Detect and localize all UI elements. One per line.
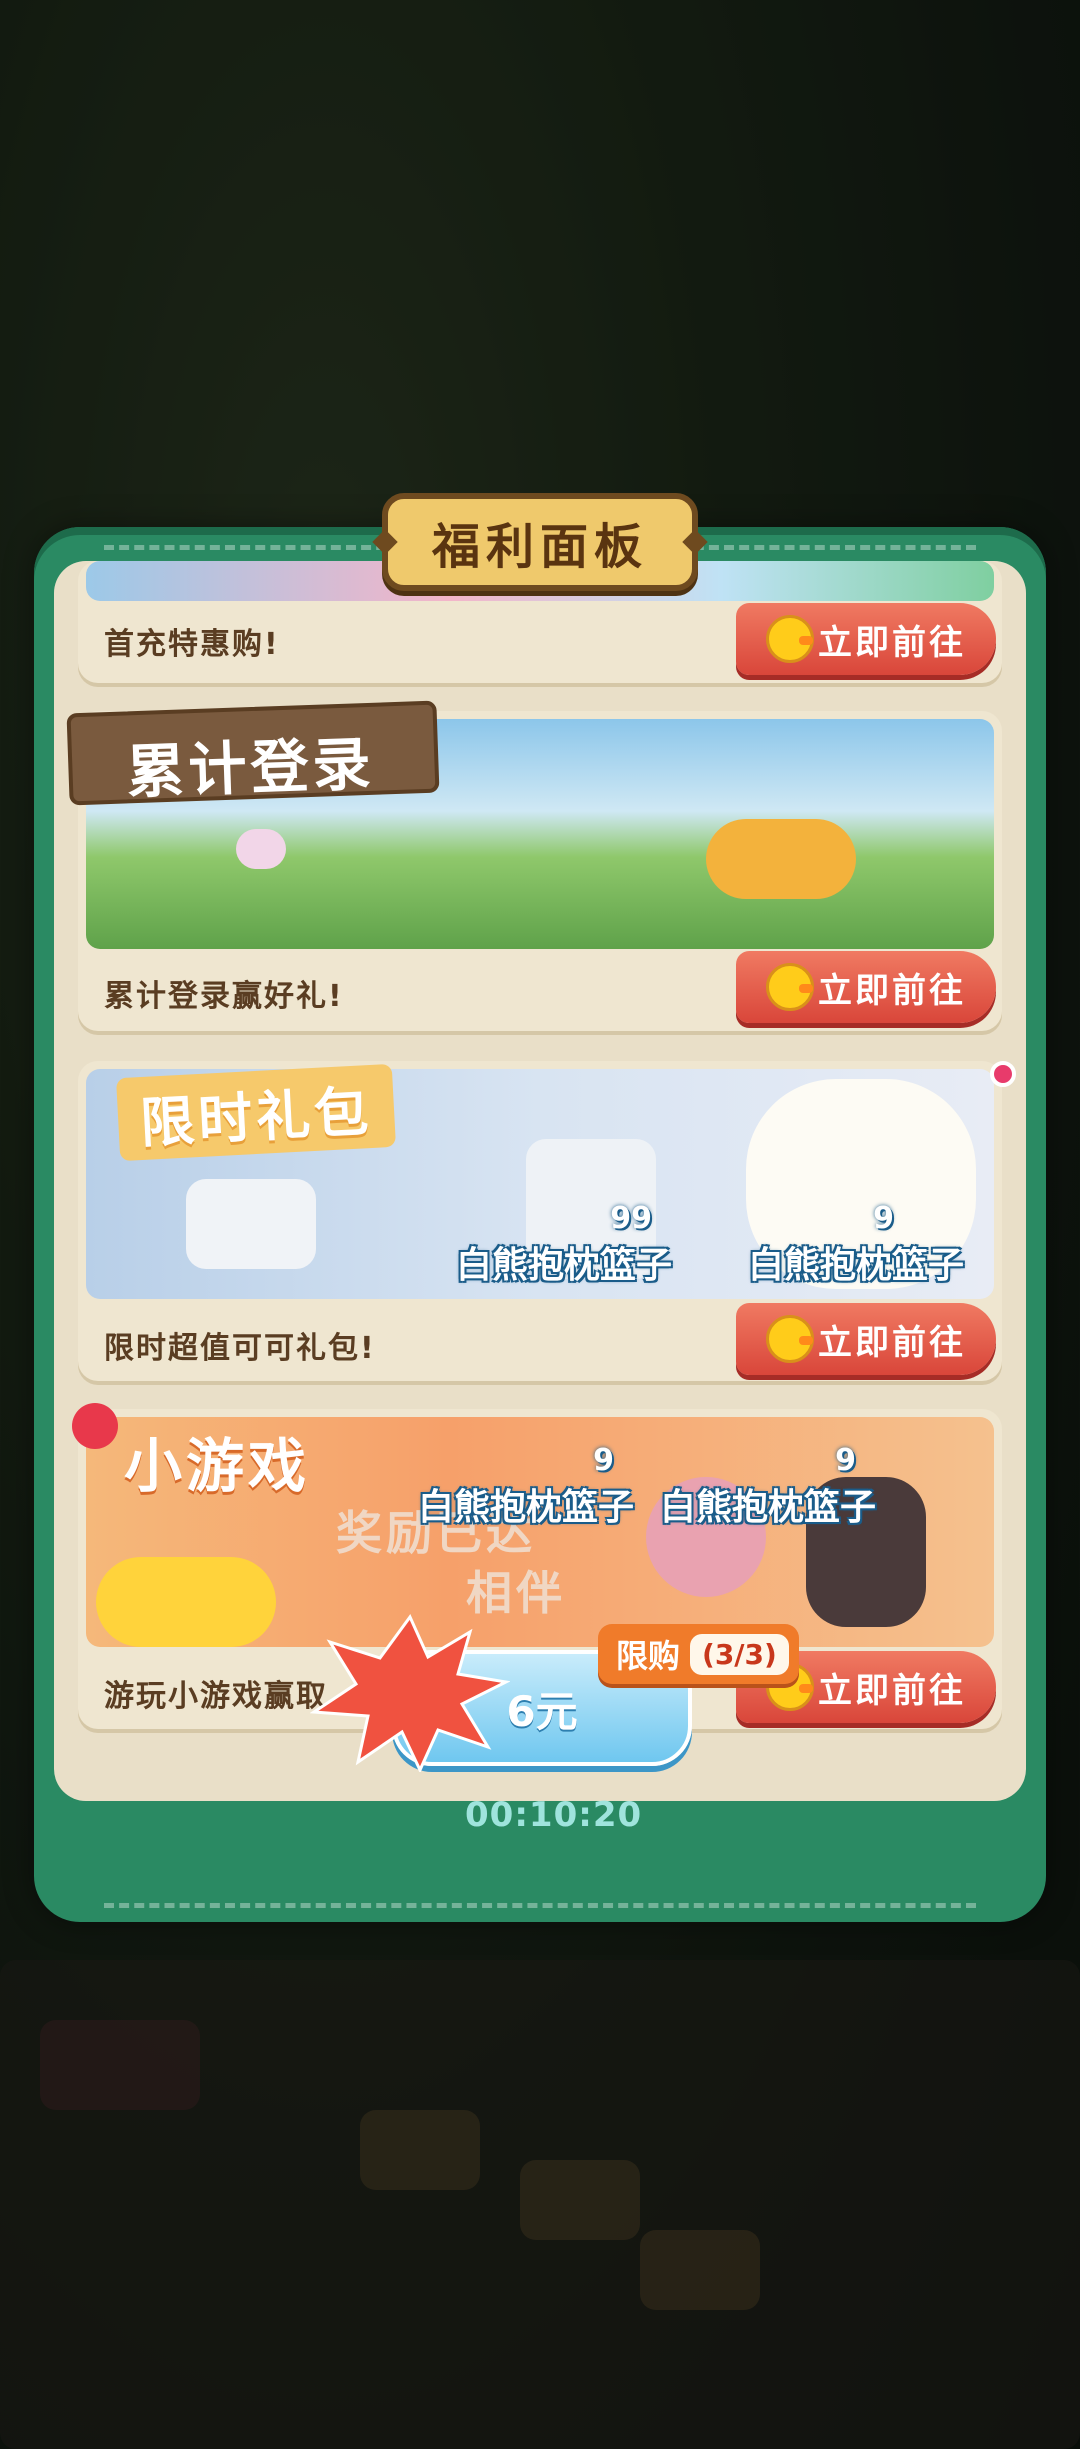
divider xyxy=(104,1903,976,1908)
chick-group-image xyxy=(96,1557,276,1647)
panel-title-text: 福利面板 xyxy=(431,519,648,575)
reward-item: 9 白熊抱枕篮子 xyxy=(748,1201,964,1288)
reward-item: 9 白熊抱枕篮子 xyxy=(418,1443,634,1530)
pillow-item-image xyxy=(186,1179,316,1269)
purchase-limit-badge: 限购 (3/3) xyxy=(598,1624,799,1684)
card-desc: 首充特惠购! xyxy=(104,627,280,662)
reward-qty: 99 xyxy=(610,1201,653,1236)
chick-character-image xyxy=(706,819,856,899)
reward-qty: 9 xyxy=(835,1443,857,1478)
notification-dot xyxy=(990,1061,1016,1087)
card-cumulative-login: 累计登录 累计登录赢好礼! 立即前往 xyxy=(66,700,1002,1031)
go-button-label: 立即前往 xyxy=(818,1322,966,1363)
card-limited-pack: 限时礼包 99 白熊抱枕篮子 9 白熊抱枕篮子 限时超值可可礼包! 立即前往 xyxy=(78,1061,1016,1381)
go-button-limited-pack[interactable]: 立即前往 xyxy=(736,1303,996,1375)
chick-icon xyxy=(766,615,814,663)
card-desc: 游玩小游戏赢取 xyxy=(104,1679,328,1714)
offer-price: 6元 xyxy=(506,1686,578,1736)
go-button-label: 立即前往 xyxy=(818,1670,966,1711)
go-button-first-recharge[interactable]: 立即前往 xyxy=(736,603,996,675)
card-list[interactable]: 首充特惠购! 立即前往 累计登录 累计登录赢好礼! 立即前往 限时礼包 99 白… xyxy=(54,561,1026,1801)
reward-name: 白熊抱枕篮子 xyxy=(660,1487,877,1528)
card-desc: 累计登录赢好礼! xyxy=(104,979,344,1014)
panel-title: 福利面板 xyxy=(382,493,698,591)
reward-item: 99 白熊抱枕篮子 xyxy=(456,1201,672,1288)
reward-name: 白熊抱枕篮子 xyxy=(418,1487,635,1528)
bunny-image xyxy=(236,829,286,869)
reward-name: 白熊抱枕篮子 xyxy=(456,1245,673,1286)
reward-qty: 9 xyxy=(593,1443,615,1478)
reward-name: 白熊抱枕篮子 xyxy=(748,1245,965,1286)
banner-title-cumulative-login: 累计登录 xyxy=(66,700,440,806)
offer-countdown: 00:10:20 xyxy=(465,1795,643,1835)
reward-item: 9 白熊抱枕篮子 xyxy=(660,1443,876,1530)
banner-title-mini-game: 小游戏 xyxy=(124,1432,311,1500)
limit-count: (3/3) xyxy=(690,1633,789,1675)
starburst-icon xyxy=(310,1614,510,1772)
chick-icon xyxy=(766,963,814,1011)
card-desc: 限时超值可可礼包! xyxy=(104,1331,376,1366)
go-button-label: 立即前往 xyxy=(818,622,966,663)
go-button-cumulative-login[interactable]: 立即前往 xyxy=(736,951,996,1023)
banner-title-limited-pack: 限时礼包 xyxy=(116,1063,396,1162)
chick-icon xyxy=(766,1315,814,1363)
balloon-icon xyxy=(72,1403,118,1449)
limit-label: 限购 xyxy=(616,1637,681,1675)
go-button-label: 立即前往 xyxy=(818,970,966,1011)
reward-qty: 9 xyxy=(873,1201,895,1236)
